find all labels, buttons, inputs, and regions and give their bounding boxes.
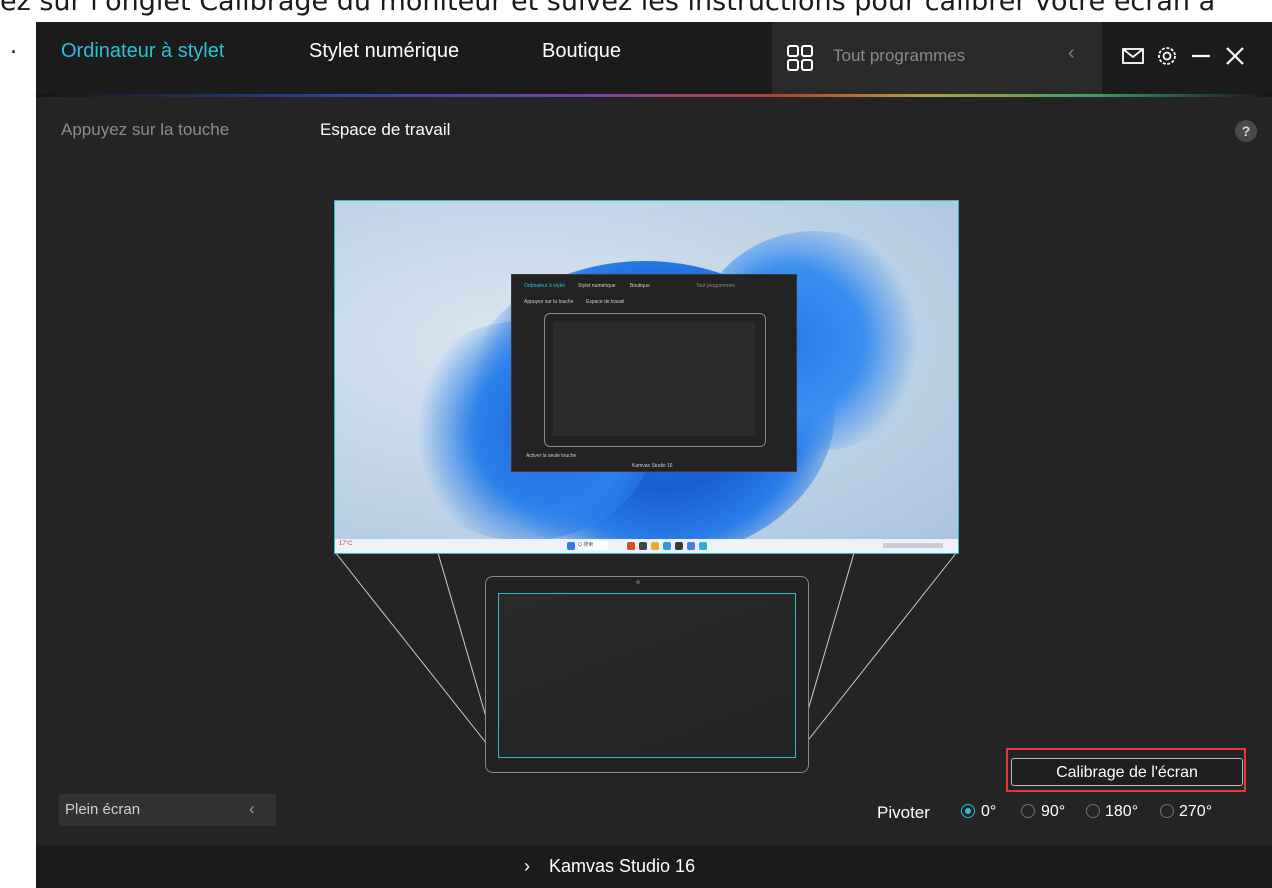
device-footer[interactable]: › Kamvas Studio 16 [36,846,1272,888]
rotate-label: Pivoter [877,803,930,822]
windows-taskbar: 17°C Q 搜索 [335,539,958,553]
display-mode-dropdown[interactable]: Plein écran ‹ [59,794,276,826]
rotate-90-radio[interactable] [1021,804,1035,818]
taskbar-app-icon [675,542,683,550]
mini-checkbox-label: Activer la seule touche [526,453,577,459]
rotate-270-label: 270° [1179,803,1213,820]
mini-search: Tout programmes [696,283,735,289]
monitor-preview: Ordinateur à stylet Stylet numérique Bou… [334,200,959,554]
display-mode-value: Plein écran [65,801,141,818]
taskbar-app-icon [627,542,635,550]
mini-subtab-0: Appuyez sur la touche [524,299,574,305]
chevron-left-icon: ‹ [249,799,255,818]
device-name: Kamvas Studio 16 [549,856,696,876]
weather-widget: 17°C [339,541,353,547]
taskbar-search: Q 搜索 [578,541,608,550]
taskbar-app-icon [699,542,707,550]
mini-subtab-1: Espace de travail [586,299,625,305]
mini-tablet-outline [544,313,766,447]
taskbar-app-icon [639,542,647,550]
caption-bullet: . [10,34,17,59]
rotate-90-label: 90° [1041,803,1066,820]
mini-active-area [553,322,755,436]
mini-tab-2: Boutique [630,283,650,289]
taskbar-app-icon [687,542,695,550]
rotate-180-label: 180° [1105,803,1139,820]
chevron-right-icon: › [524,856,530,876]
mini-device-name: Kamvas Studio 16 [632,463,673,469]
app-window: Ordinateur à stylet Stylet numérique Bou… [36,22,1272,888]
tablet-preview [485,576,809,773]
folder-icon [651,542,659,550]
screen-calibration-button[interactable]: Calibrage de l'écran [1011,758,1243,786]
start-icon [567,542,575,550]
rotate-0-radio[interactable] [961,804,975,818]
mini-app-screenshot: Ordinateur à stylet Stylet numérique Bou… [511,274,797,472]
rotate-180-radio[interactable] [1086,804,1100,818]
tablet-camera [636,580,640,584]
rotate-270-radio[interactable] [1160,804,1174,818]
rotate-0-label: 0° [981,803,997,820]
tablet-active-area[interactable] [498,593,796,758]
mini-tab-0: Ordinateur à stylet [524,283,565,289]
instruction-caption: ez sur l'onglet Calibrage du moniteur et… [0,0,1216,17]
system-tray [883,543,943,548]
edge-icon [663,542,671,550]
mini-tab-1: Stylet numérique [578,283,616,289]
